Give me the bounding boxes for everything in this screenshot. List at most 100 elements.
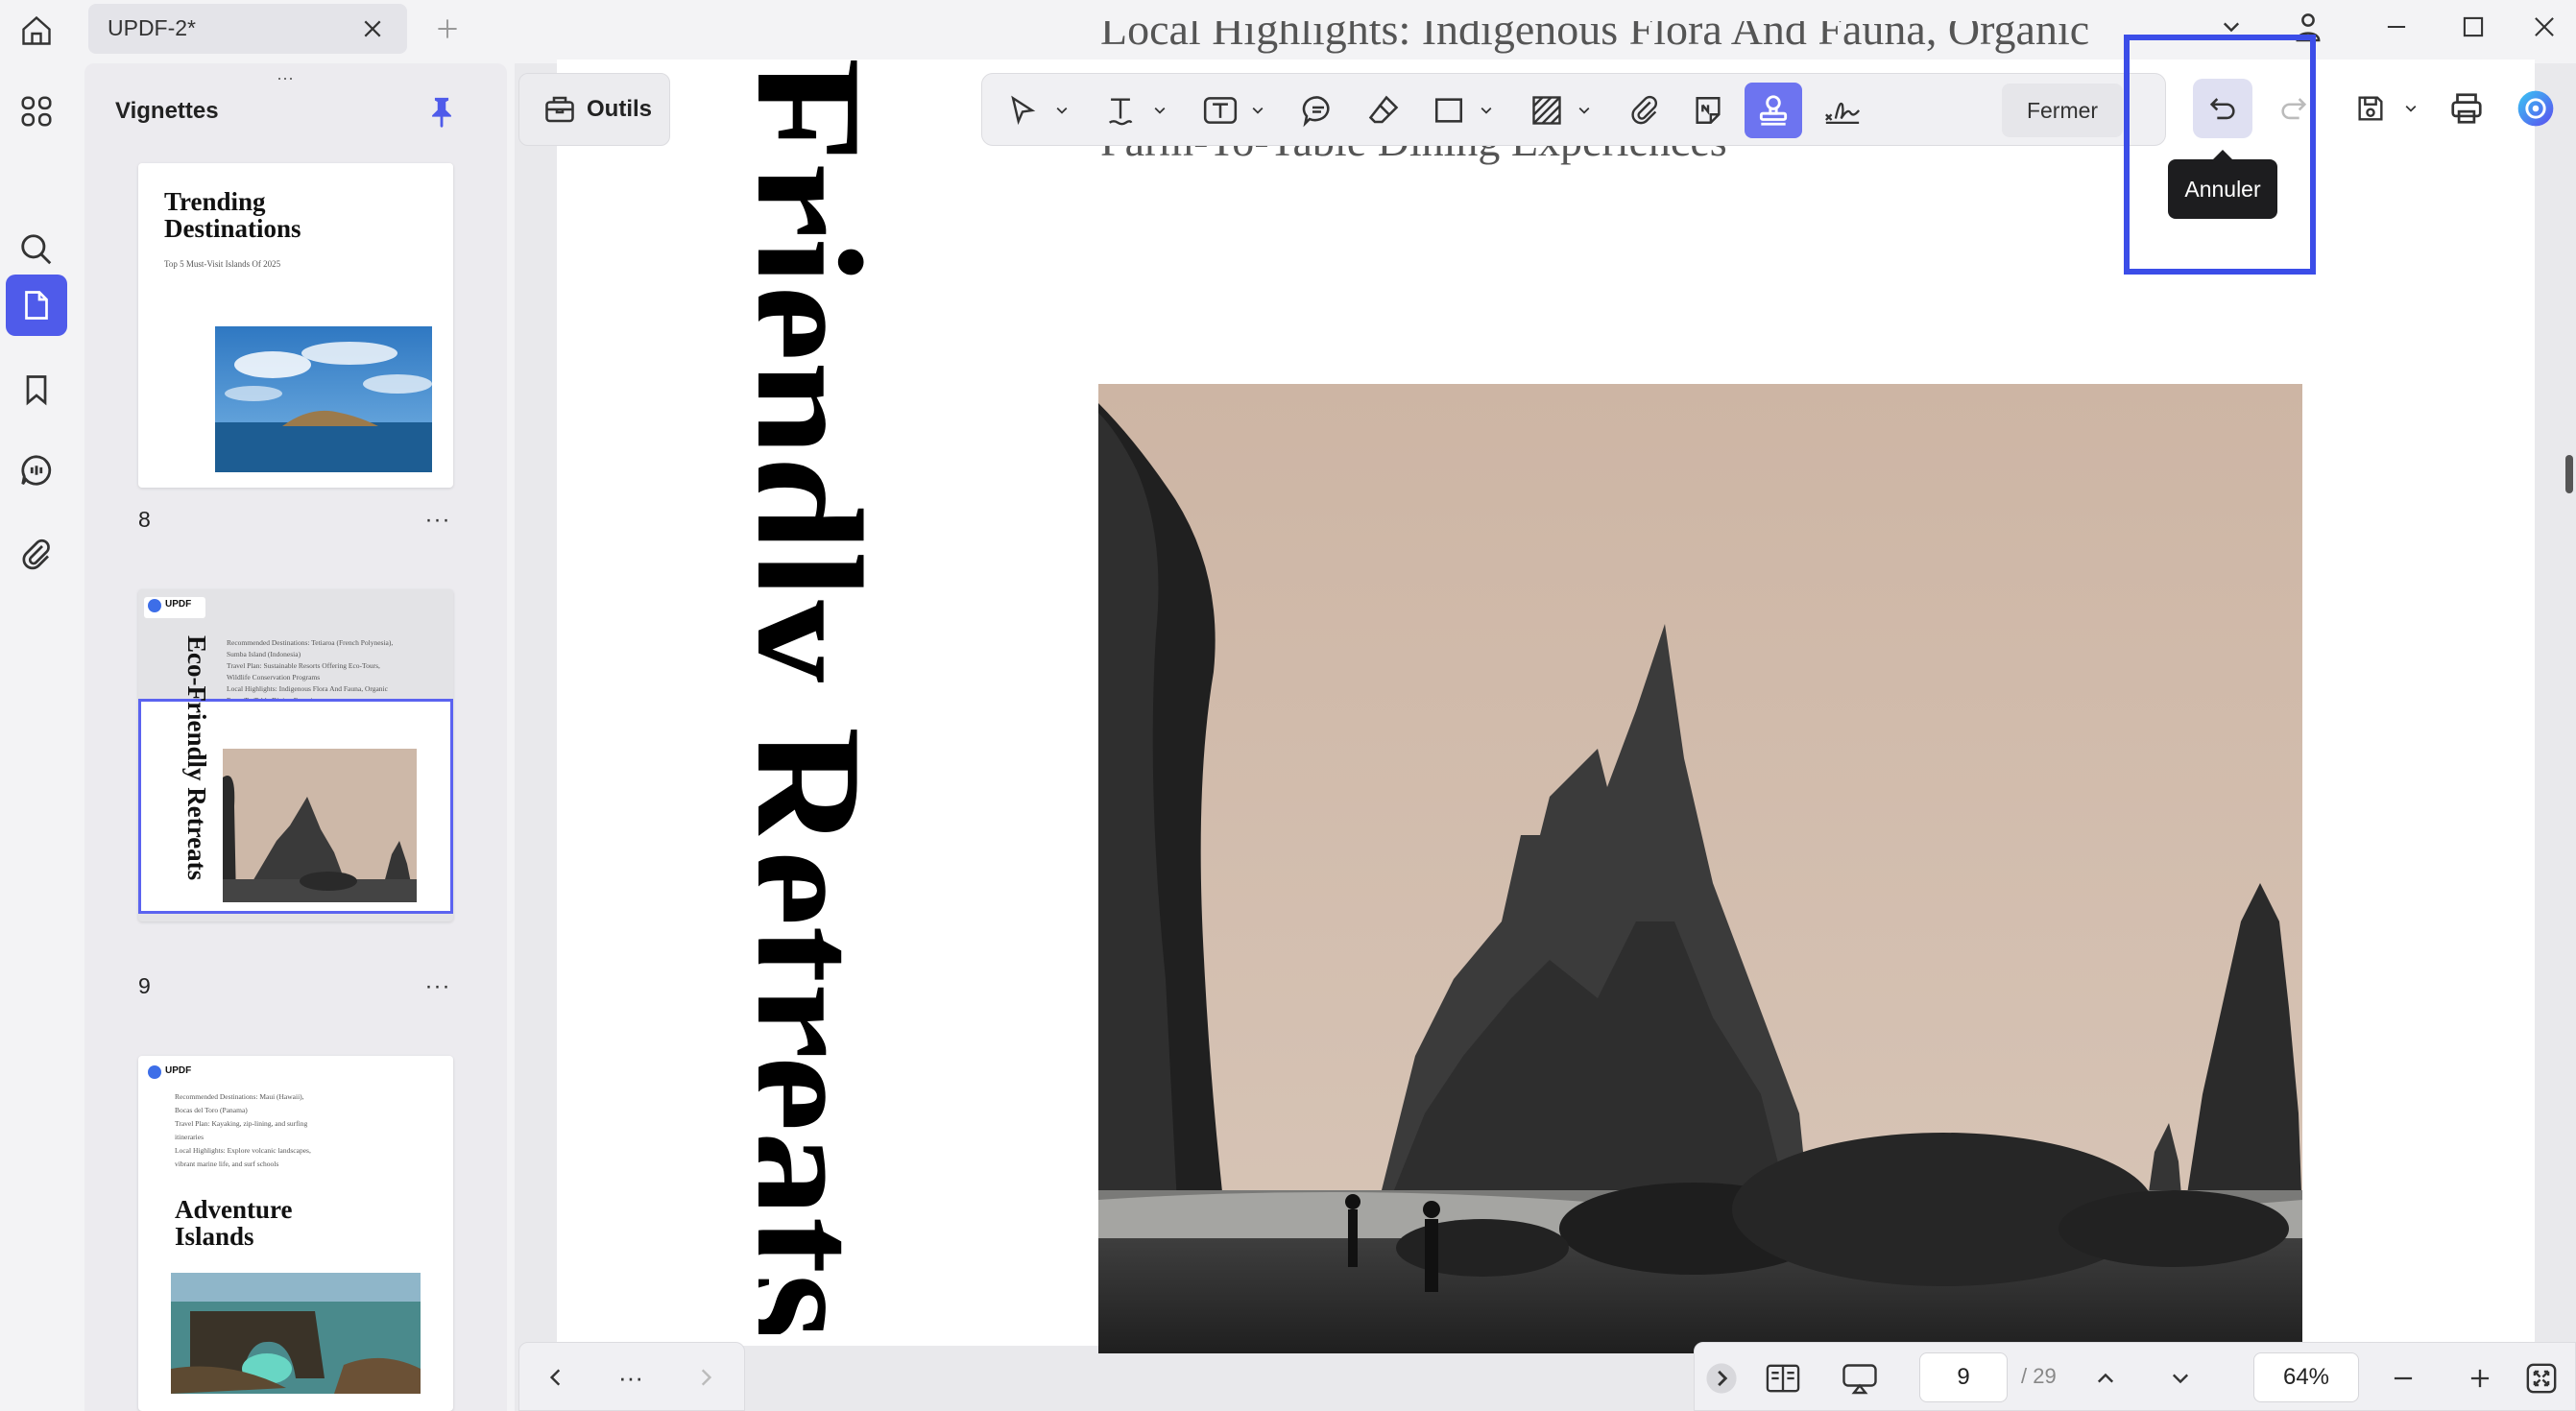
chevron-right-icon	[701, 1369, 712, 1386]
previous-page-button[interactable]	[2082, 1356, 2129, 1400]
pin-panel-button[interactable]	[422, 92, 461, 131]
fit-page-button[interactable]	[2518, 1356, 2564, 1400]
zoom-level-input[interactable]: 64%	[2253, 1352, 2359, 1402]
sticky-note-tool-button[interactable]	[1683, 85, 1733, 135]
page-icon	[25, 291, 48, 320]
search-button[interactable]	[6, 219, 67, 280]
select-tool-button[interactable]	[998, 85, 1047, 135]
bookmarks-button[interactable]	[6, 359, 67, 420]
signature-icon	[1825, 102, 1861, 124]
presentation-button[interactable]	[1837, 1356, 1883, 1400]
chevron-up-icon	[2097, 1373, 2114, 1383]
page-vertical-title: Friendly Retreats	[758, 58, 898, 1334]
sea-arch-photo	[171, 1273, 421, 1394]
close-tools-button[interactable]: Fermer	[2002, 84, 2123, 137]
area-tool-button[interactable]	[1522, 85, 1572, 135]
save-icon	[2358, 96, 2383, 121]
sticky-note-icon	[1696, 97, 1721, 124]
page-thumbnail-10[interactable]: UPDF Recommended Destinations: Maui (Haw…	[138, 1056, 453, 1411]
panel-resize-grip[interactable]: ⋯	[277, 69, 296, 89]
chevron-down-icon	[2172, 1374, 2189, 1384]
window-close-button[interactable]	[2517, 6, 2571, 48]
stamp-icon	[1759, 95, 1788, 126]
save-button[interactable]	[2341, 79, 2400, 138]
organize-pages-button[interactable]	[6, 81, 67, 142]
eraser-tool-button[interactable]	[1359, 85, 1408, 135]
tools-label: Outils	[587, 96, 653, 122]
new-tab-button[interactable]	[428, 10, 467, 48]
comment-tool-button[interactable]	[1293, 85, 1343, 135]
status-bar: 9 / 29 64%	[1694, 1342, 2576, 1411]
shape-tool-button[interactable]	[1424, 85, 1474, 135]
text-tool-button[interactable]	[1095, 85, 1145, 135]
two-page-icon	[1766, 1364, 1800, 1393]
thumbnail-more-button[interactable]: ···	[419, 973, 457, 1000]
tab-close-button[interactable]	[355, 12, 390, 46]
ai-assistant-button[interactable]	[2506, 79, 2565, 138]
tab-title: UPDF-2*	[108, 15, 197, 40]
maximize-icon	[2463, 16, 2484, 37]
annotation-toolbar: Fermer	[981, 73, 2166, 146]
thumbnails-button[interactable]	[6, 275, 67, 336]
bookmark-icon	[26, 375, 47, 406]
current-page-input[interactable]: 9	[1919, 1352, 2008, 1402]
comments-button[interactable]	[6, 440, 67, 501]
minimize-icon	[2387, 25, 2406, 29]
more-navigation-button[interactable]: ···	[610, 1356, 652, 1399]
area-tool-dropdown[interactable]	[1574, 97, 1595, 124]
stamp-tool-button[interactable]	[1745, 83, 1802, 138]
next-page-button[interactable]	[2157, 1356, 2203, 1400]
home-button[interactable]	[13, 8, 60, 54]
save-dropdown[interactable]	[2396, 79, 2425, 138]
thumbnail-text-block: Recommended Destinations: Tetiaroa (Fren…	[227, 638, 394, 705]
zoom-out-button[interactable]	[2380, 1356, 2426, 1400]
thumbnail-more-button[interactable]: ···	[419, 507, 457, 534]
updf-logo: UPDF	[144, 597, 205, 618]
attachment-tool-button[interactable]	[1620, 85, 1670, 135]
signature-tool-button[interactable]	[1818, 85, 1867, 135]
island-photo	[215, 326, 432, 472]
toolbox-icon	[545, 96, 574, 123]
pointer-icon	[1011, 95, 1036, 126]
plus-icon	[2470, 1369, 2490, 1388]
shape-tool-dropdown[interactable]	[1476, 97, 1497, 124]
page-text-line: Local Highlights: Indigenous Flora And F…	[1100, 21, 2090, 54]
minimize-button[interactable]	[2370, 6, 2423, 48]
document-tab[interactable]: UPDF-2*	[88, 4, 407, 54]
sea-stacks-photo	[1098, 384, 2302, 1353]
zoom-in-button[interactable]	[2457, 1356, 2503, 1400]
print-button[interactable]	[2437, 79, 2496, 138]
text-tool-dropdown[interactable]	[1149, 97, 1170, 124]
page-thumbnail-8[interactable]: Trending Destinations Top 5 Must-Visit I…	[138, 163, 453, 488]
thumbnail-heading: Adventure Islands	[175, 1195, 293, 1251]
attachments-button[interactable]	[6, 524, 67, 586]
previous-button[interactable]	[535, 1356, 577, 1399]
page-thumbnail-9[interactable]: UPDF Recommended Destinations: Tetiaroa …	[138, 589, 453, 921]
total-pages: / 29	[2021, 1364, 2057, 1388]
thumbnail-heading: Trending Destinations	[164, 187, 301, 243]
ai-assistant-icon	[2517, 90, 2554, 127]
thumbnail-vertical-title: Eco-Friendly Retreats	[182, 635, 211, 881]
close-icon	[364, 20, 381, 37]
text-icon	[1108, 98, 1133, 126]
text-box-tool-button[interactable]	[1195, 85, 1245, 135]
chevron-right-circle-icon	[1706, 1363, 1737, 1394]
page-navigation-bar: ···	[518, 1342, 745, 1411]
text-box-dropdown[interactable]	[1247, 97, 1268, 124]
eraser-icon	[1368, 95, 1399, 124]
paperclip-icon	[22, 538, 50, 570]
vertical-scrollbar-thumb[interactable]	[2565, 455, 2573, 493]
select-tool-dropdown[interactable]	[1051, 97, 1072, 124]
paperclip-icon	[1631, 95, 1657, 125]
next-button[interactable]	[685, 1356, 727, 1399]
maximize-button[interactable]	[2446, 6, 2500, 48]
page-layout-button[interactable]	[1760, 1356, 1806, 1400]
updf-logo: UPDF	[144, 1064, 205, 1085]
panel-title: Vignettes	[115, 98, 219, 124]
rectangle-icon	[1434, 98, 1463, 123]
highlight-annotation-box	[2124, 35, 2316, 275]
expand-statusbar-button[interactable]	[1702, 1356, 1741, 1400]
chevron-down-icon	[1578, 107, 1590, 114]
tools-button[interactable]: Outils	[518, 73, 670, 146]
presentation-icon	[1842, 1364, 1877, 1395]
